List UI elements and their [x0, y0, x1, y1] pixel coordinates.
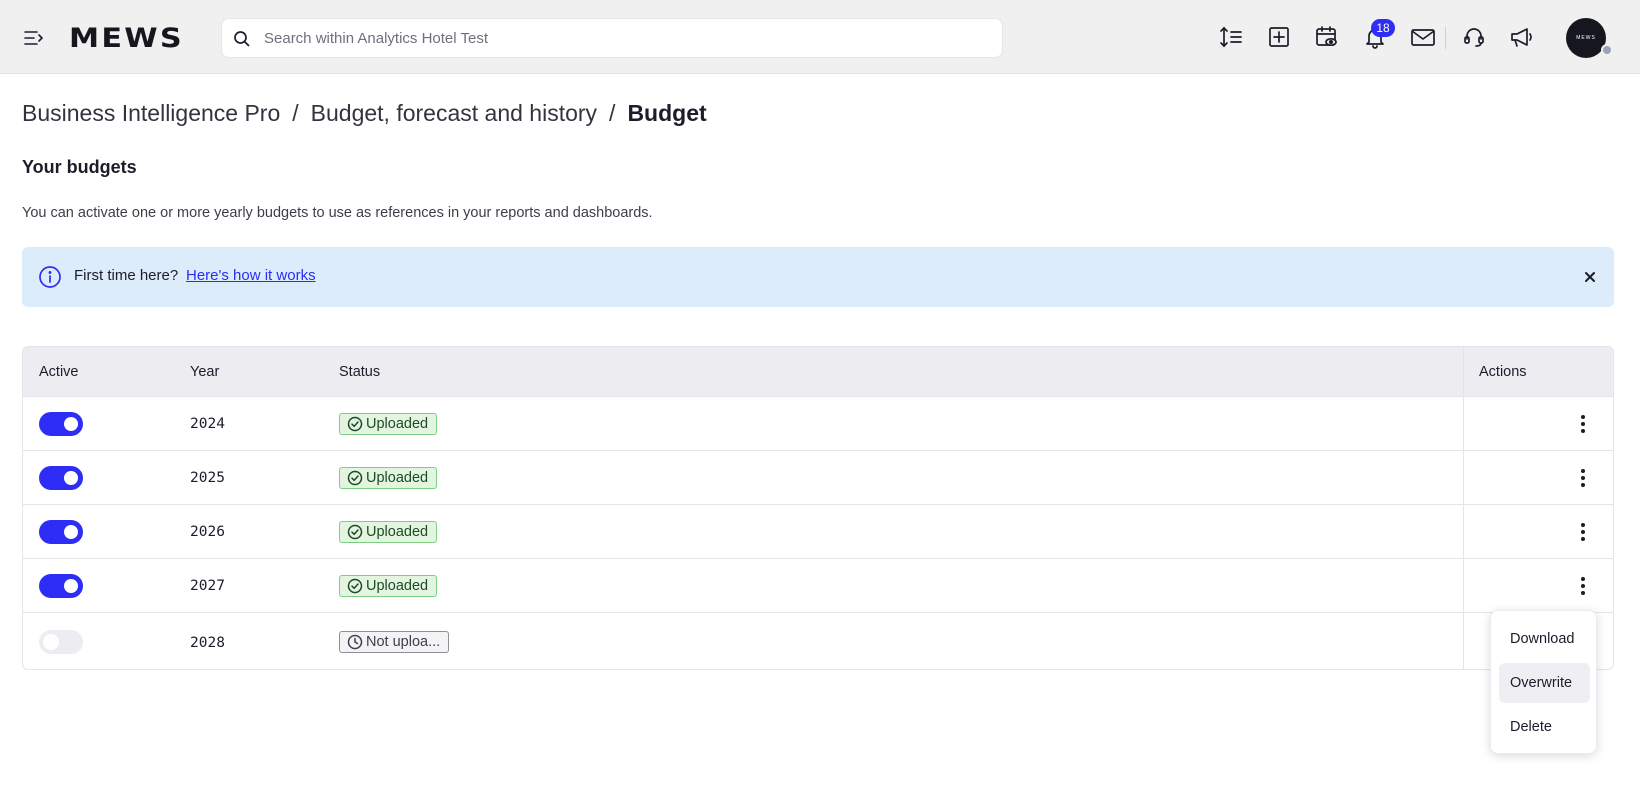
status-text: Uploaded	[366, 416, 429, 432]
toolbar-divider	[1445, 27, 1446, 49]
table-row: 2028 Not uploa...	[23, 612, 1613, 669]
breadcrumb-current: Budget	[627, 100, 707, 126]
check-circle-icon	[347, 416, 363, 432]
row-actions-menu-icon[interactable]	[1573, 574, 1593, 598]
page-description: You can activate one or more yearly budg…	[22, 205, 653, 221]
active-toggle[interactable]	[39, 520, 83, 544]
how-it-works-link[interactable]: Here's how it works	[186, 267, 316, 284]
breadcrumb: Business Intelligence Pro / Budget, foreca…	[22, 100, 707, 127]
budgets-table: Active Year Status Actions 2024 Uploaded…	[22, 346, 1614, 670]
status-badge: Uploaded	[339, 575, 438, 597]
year-cell: 2026	[190, 524, 225, 540]
active-toggle[interactable]	[39, 574, 83, 598]
top-bar: MEWS 18	[0, 0, 1640, 74]
notification-count-badge: 18	[1371, 19, 1395, 37]
avatar[interactable]: MEWS	[1566, 18, 1606, 58]
row-actions-menu-icon[interactable]	[1573, 412, 1593, 436]
status-badge: Uploaded	[339, 467, 438, 489]
page-title: Your budgets	[22, 157, 137, 177]
column-header-status: Status	[339, 364, 381, 380]
year-cell: 2025	[190, 470, 225, 486]
search-icon	[232, 29, 252, 49]
table-header: Active Year Status Actions	[23, 347, 1613, 396]
mews-logo[interactable]: MEWS	[69, 23, 184, 54]
active-toggle[interactable]	[39, 412, 83, 436]
info-banner: First time here? Here's how it works	[22, 247, 1614, 307]
mail-icon[interactable]	[1408, 22, 1438, 52]
breadcrumb-business-intelligence[interactable]: Business Intelligence Pro	[22, 100, 280, 126]
column-header-active: Active	[39, 364, 79, 380]
column-header-year: Year	[190, 364, 220, 380]
status-text: Not uploa...	[366, 634, 441, 650]
check-circle-icon	[347, 578, 363, 594]
active-toggle[interactable]	[39, 630, 83, 654]
year-cell: 2024	[190, 416, 225, 432]
add-square-icon[interactable]	[1264, 22, 1294, 52]
close-icon[interactable]	[1580, 267, 1600, 287]
status-badge: Not uploa...	[339, 631, 450, 653]
headset-icon[interactable]	[1459, 22, 1489, 52]
calendar-view-icon[interactable]	[1312, 22, 1342, 52]
table-row: 2027 Uploaded	[23, 558, 1613, 612]
table-row: 2025 Uploaded	[23, 450, 1613, 504]
table-row: 2024 Uploaded	[23, 396, 1613, 450]
row-actions-dropdown: Download Overwrite Delete	[1490, 610, 1597, 754]
menu-item-overwrite[interactable]: Overwrite	[1499, 663, 1590, 703]
breadcrumb-separator: /	[609, 100, 616, 126]
table-row: 2026 Uploaded	[23, 504, 1613, 558]
status-text: Uploaded	[366, 578, 429, 594]
active-toggle[interactable]	[39, 466, 83, 490]
megaphone-icon[interactable]	[1507, 22, 1537, 52]
row-actions-menu-icon[interactable]	[1573, 520, 1593, 544]
avatar-status-icon	[1601, 44, 1613, 56]
status-badge: Uploaded	[339, 413, 438, 435]
check-circle-icon	[347, 524, 363, 540]
status-badge: Uploaded	[339, 521, 438, 543]
year-cell: 2027	[190, 578, 225, 594]
year-cell: 2028	[190, 635, 225, 651]
column-header-actions: Actions	[1479, 364, 1527, 380]
breadcrumb-budget-forecast-history[interactable]: Budget, forecast and history	[311, 100, 597, 126]
banner-lead-text: First time here?	[74, 267, 179, 284]
search-box[interactable]	[221, 18, 1003, 58]
check-circle-icon	[347, 470, 363, 486]
menu-icon[interactable]	[22, 26, 46, 50]
status-text: Uploaded	[366, 470, 429, 486]
menu-item-delete[interactable]: Delete	[1499, 707, 1590, 747]
sort-lines-icon[interactable]	[1216, 22, 1246, 52]
status-text: Uploaded	[366, 524, 429, 540]
clock-icon	[347, 634, 363, 650]
row-actions-menu-icon[interactable]	[1573, 466, 1593, 490]
search-input[interactable]	[256, 19, 996, 57]
menu-item-download[interactable]: Download	[1499, 619, 1590, 659]
breadcrumb-separator: /	[292, 100, 299, 126]
info-icon	[38, 265, 62, 289]
